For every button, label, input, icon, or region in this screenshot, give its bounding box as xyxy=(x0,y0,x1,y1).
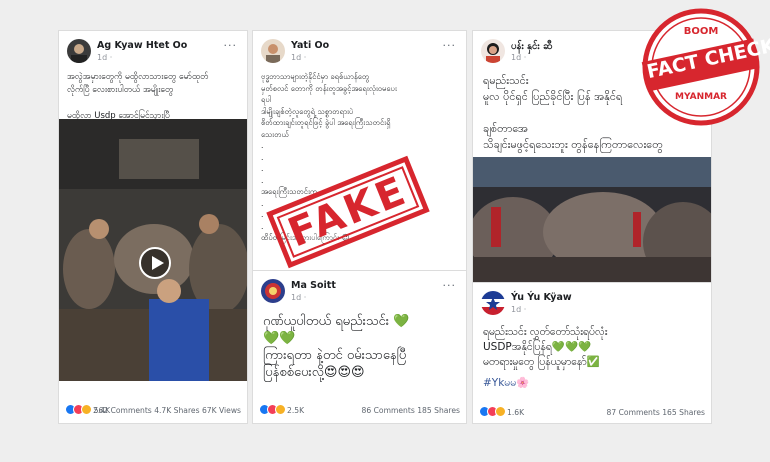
author-name[interactable]: ပန်း နှင်း ဆီ xyxy=(511,40,552,54)
author-name[interactable]: Ma Soitt xyxy=(291,280,336,291)
author-name[interactable]: Ag Kyaw Htet Oo xyxy=(97,40,187,51)
shares-count[interactable]: 4.7K Shares xyxy=(154,406,199,415)
more-options-icon[interactable]: ··· xyxy=(443,39,457,52)
post-text: အလွဲအမှားတွေကို မထွိလာသားတွေ မော်ထုတ် လိ… xyxy=(67,72,209,121)
crowd-image xyxy=(473,157,711,283)
more-options-icon[interactable]: ··· xyxy=(224,39,238,52)
shares-count[interactable]: 165 Shares xyxy=(662,408,705,417)
haha-icon xyxy=(81,404,92,415)
post-text: ဂုဏ်ယူပါတယ် ရမည်းသင်း 💚 💚💚 ကြားရတာ နဲ့တင… xyxy=(263,314,410,380)
avatar[interactable] xyxy=(481,39,505,63)
author-name[interactable]: Yati Oo xyxy=(291,40,329,51)
post-time[interactable]: 1d · xyxy=(511,305,526,314)
haha-icon xyxy=(495,406,506,417)
hashtag-link[interactable]: #Ykမမ🌸 xyxy=(483,375,703,392)
post-time[interactable]: 1d · xyxy=(97,53,112,62)
avatar[interactable] xyxy=(261,39,285,63)
author-name[interactable]: Ýu Ýu Kÿaw xyxy=(511,292,572,303)
post-card-5: Ýu Ýu Kÿaw 1d · ရမည်းသင်း လွှတ်တော်သုံးရ… xyxy=(472,282,712,424)
badge-bottom-text: MYANMAR xyxy=(675,92,727,102)
avatar[interactable] xyxy=(261,279,285,303)
haha-icon xyxy=(275,404,286,415)
avatar[interactable] xyxy=(67,39,91,63)
post-time[interactable]: 1d · xyxy=(291,293,306,302)
comments-count[interactable]: 562 Comments xyxy=(94,406,152,415)
reactions[interactable] xyxy=(259,404,289,416)
comments-count[interactable]: 87 Comments xyxy=(607,408,660,417)
reaction-count[interactable]: 2.5K xyxy=(287,406,304,415)
views-count: 67K Views xyxy=(201,406,241,415)
reaction-count[interactable]: 1.6K xyxy=(507,408,524,417)
post-time[interactable]: 1d · xyxy=(291,53,306,62)
avatar[interactable] xyxy=(481,291,505,315)
reactions[interactable] xyxy=(65,404,95,416)
post-time[interactable]: 1d · xyxy=(511,53,526,62)
post-text: ရမည်းသင်း လွှတ်တော်သုံးရပ်လုံး USDPအနိုင… xyxy=(483,326,608,368)
shares-count[interactable]: 185 Shares xyxy=(417,406,460,415)
play-icon[interactable] xyxy=(139,247,171,279)
more-options-icon[interactable]: ··· xyxy=(443,279,457,292)
comments-count[interactable]: 86 Comments xyxy=(362,406,415,415)
post-card-1: Ag Kyaw Htet Oo 1d · ··· အလွဲအမှားတွေကို… xyxy=(58,30,248,424)
video-thumbnail[interactable] xyxy=(473,157,711,283)
post-card-3: Ma Soitt 1d · ··· ဂုဏ်ယူပါတယ် ရမည်းသင်း … xyxy=(252,270,467,424)
badge-top-text: BOOM xyxy=(683,26,719,37)
reactions[interactable] xyxy=(479,406,509,418)
video-thumbnail[interactable] xyxy=(59,119,247,381)
fact-check-badge: BOOM FACT CHECK MYANMAR xyxy=(640,6,770,128)
